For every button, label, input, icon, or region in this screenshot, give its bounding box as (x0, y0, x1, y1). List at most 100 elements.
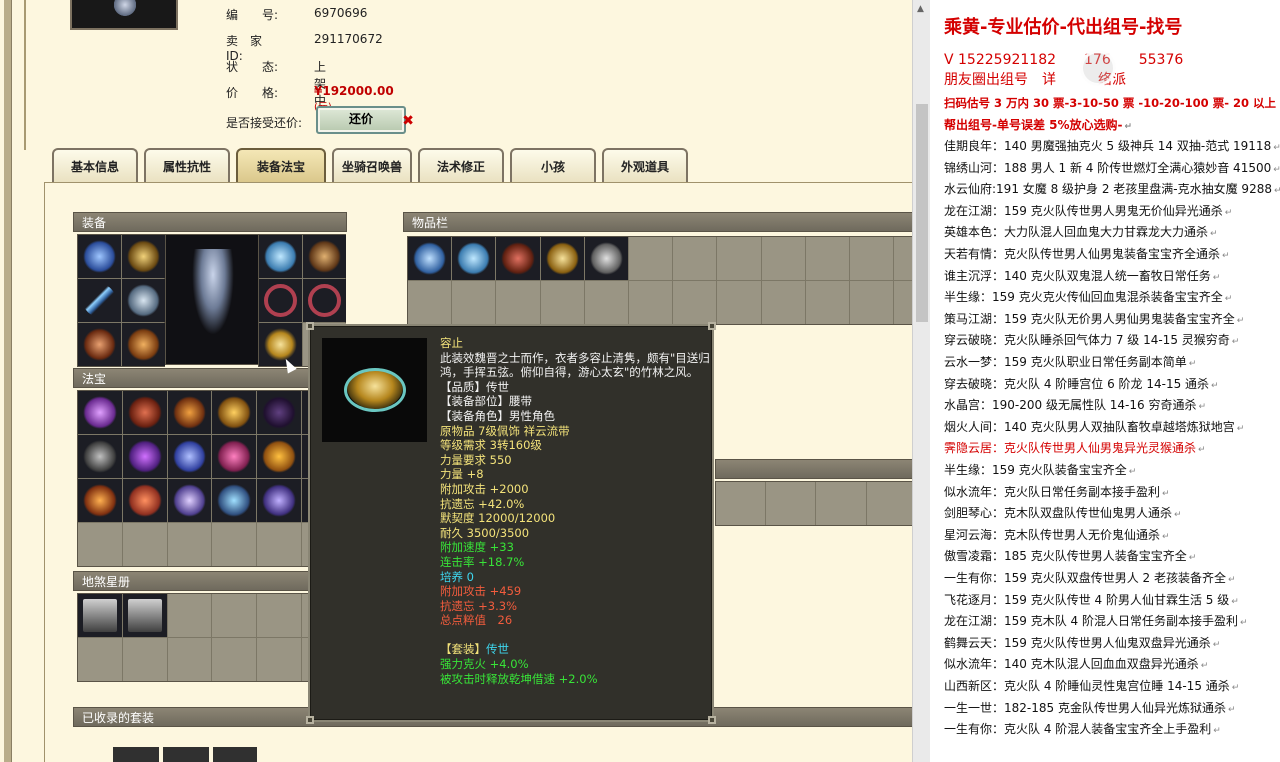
inventory-slot-empty[interactable] (628, 237, 673, 280)
equip-slot[interactable] (78, 323, 121, 366)
equip-slot[interactable] (122, 235, 165, 278)
magic-slot[interactable] (122, 435, 167, 478)
magic-slot[interactable] (257, 391, 301, 434)
earth-slot-empty[interactable] (78, 638, 122, 681)
inventory-slot-empty[interactable] (894, 237, 912, 280)
magic-slot[interactable] (167, 391, 212, 434)
inventory-slot[interactable] (584, 237, 628, 280)
item-resist: 抗遗忘 +42.0% (440, 496, 525, 511)
magic-slot[interactable] (78, 391, 122, 434)
vertical-scrollbar[interactable]: ▲ (912, 0, 930, 762)
tab-equipment[interactable]: 装备法宝 (236, 148, 326, 184)
storage-slot-empty[interactable] (716, 482, 766, 525)
trade-page: 编 号: 6970696 卖 家 ID: 291170672 状 态: 上架中 … (0, 0, 912, 762)
inventory-slot-empty[interactable] (761, 237, 805, 280)
inventory-slot[interactable] (540, 237, 584, 280)
inventory-slot-empty[interactable] (805, 281, 849, 324)
magic-slot[interactable] (122, 391, 167, 434)
set-thumb[interactable] (213, 747, 257, 762)
equip-slot[interactable] (122, 323, 165, 366)
magic-slot[interactable] (122, 479, 167, 522)
haggle-button-label: 还价 (348, 112, 373, 126)
inventory-slot[interactable] (496, 237, 540, 280)
magic-slot[interactable] (257, 479, 301, 522)
tab-children[interactable]: 小孩 (510, 148, 596, 184)
equip-slot[interactable] (259, 323, 302, 366)
inventory-slot-empty[interactable] (540, 281, 584, 324)
magic-slot[interactable] (212, 479, 257, 522)
magic-slot-empty[interactable] (212, 523, 257, 566)
notes-row-text: 穿去破晓：克火队 4 阶睡宫位 6 阶龙 14-15 通杀 (944, 376, 1210, 391)
magic-slot[interactable] (78, 435, 122, 478)
inventory-slot-empty[interactable] (408, 281, 452, 324)
storage-slot-empty[interactable] (816, 482, 866, 525)
earth-card[interactable] (78, 594, 122, 637)
magic-slot[interactable] (78, 479, 122, 522)
earth-slot-empty[interactable] (212, 594, 257, 637)
magic-slot-empty[interactable] (78, 523, 122, 566)
equipment-panel-title: 装备 (73, 212, 347, 232)
earth-slot-empty[interactable] (212, 638, 257, 681)
equip-slot[interactable] (122, 279, 165, 322)
inventory-slot-empty[interactable] (849, 237, 894, 280)
return-mark: ↵ (1231, 683, 1240, 693)
inventory-slot-empty[interactable] (761, 281, 805, 324)
inventory-slot-empty[interactable] (452, 281, 496, 324)
earth-slot-empty[interactable] (257, 594, 301, 637)
equip-slot[interactable] (259, 235, 302, 278)
tab-mounts[interactable]: 坐骑召唤兽 (332, 148, 412, 184)
inventory-slot-empty[interactable] (717, 281, 761, 324)
earth-slot-empty[interactable] (257, 638, 301, 681)
notes-row: 剑胆琴心：克木队双盘队传世仙鬼男人通杀 ↵ (944, 505, 1182, 523)
return-mark: ↵ (1200, 661, 1209, 672)
inventory-slot-empty[interactable] (717, 237, 761, 280)
equip-slot[interactable] (259, 279, 302, 322)
magic-slot-empty[interactable] (122, 523, 167, 566)
earth-slot-empty[interactable] (167, 638, 212, 681)
inventory-slot-empty[interactable] (673, 237, 717, 280)
set-bonus-2: 被攻击时释放乾坤借速 +2.0% (440, 671, 598, 686)
magic-grid (77, 390, 347, 567)
item-atk: 附加攻击 +2000 (440, 481, 529, 496)
inventory-slot[interactable] (408, 237, 452, 280)
inventory-slot[interactable] (452, 237, 496, 280)
item-combo: 连击率 +18.7% (440, 554, 525, 569)
storage-slot-empty[interactable] (766, 482, 816, 525)
seller-id-value: 291170672 (314, 32, 383, 46)
item-quality: 【品质】传世 (440, 379, 509, 394)
tab-basic-info[interactable]: 基本信息 (52, 148, 138, 184)
tab-appearance[interactable]: 外观道具 (602, 148, 688, 184)
magic-slot[interactable] (212, 435, 257, 478)
magic-slot-empty[interactable] (257, 523, 301, 566)
earth-card[interactable] (122, 594, 167, 637)
equip-slot[interactable] (78, 235, 121, 278)
inventory-slot-empty[interactable] (894, 281, 912, 324)
set-thumb[interactable] (163, 747, 209, 762)
equip-slot[interactable] (303, 279, 346, 322)
scrollbar-thumb[interactable] (916, 104, 928, 322)
inventory-slot-empty[interactable] (673, 281, 717, 324)
inventory-slot-empty[interactable] (849, 281, 894, 324)
inventory-slot-empty[interactable] (496, 281, 540, 324)
magic-slot[interactable] (212, 391, 257, 434)
magic-slot[interactable] (167, 435, 212, 478)
return-mark: ↵ (1236, 423, 1245, 434)
inventory-slot-empty[interactable] (584, 281, 628, 324)
inventory-slot-empty[interactable] (628, 281, 673, 324)
tab-spells[interactable]: 法术修正 (418, 148, 504, 184)
magic-slot[interactable] (167, 479, 212, 522)
scroll-up-icon[interactable]: ▲ (917, 4, 924, 14)
tab-attributes[interactable]: 属性抗性 (144, 148, 230, 184)
item-set: 【套装】传世 (440, 642, 710, 657)
set-name: 传世 (486, 642, 509, 657)
magic-slot[interactable] (257, 435, 301, 478)
haggle-button[interactable]: 还价 ✖ (316, 106, 414, 134)
earth-slot-empty[interactable] (122, 638, 167, 681)
earth-slot-empty[interactable] (167, 594, 212, 637)
equip-slot[interactable] (303, 235, 346, 278)
set-thumb[interactable] (113, 747, 159, 762)
inventory-slot-empty[interactable] (805, 237, 849, 280)
storage-slot-empty[interactable] (866, 482, 912, 525)
magic-slot-empty[interactable] (167, 523, 212, 566)
equip-slot[interactable] (78, 279, 121, 322)
